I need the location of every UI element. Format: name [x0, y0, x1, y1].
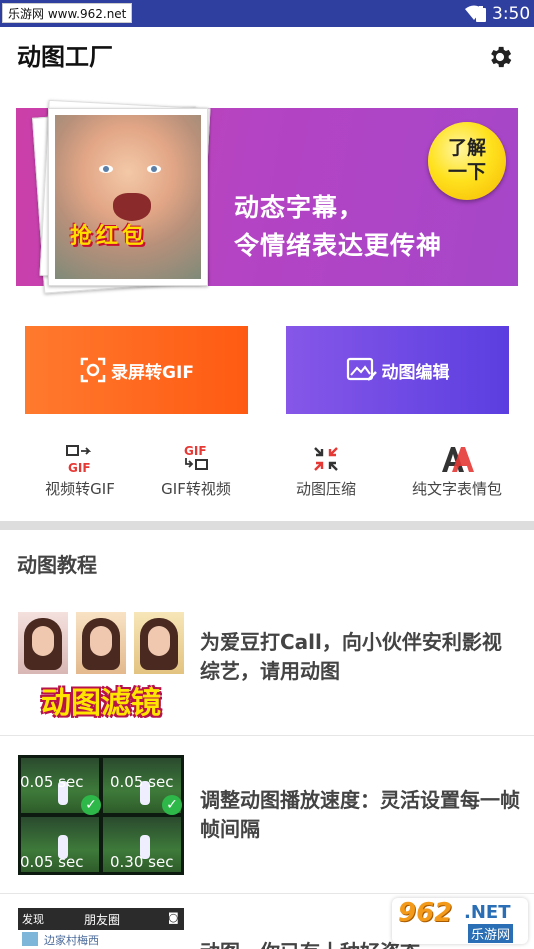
screen-record-label: 录屏转GIF: [111, 362, 194, 383]
avatar: [22, 932, 38, 946]
tutorial-title: 调整动图播放速度：灵活设置每一帧帧间隔: [200, 788, 520, 841]
back-label: 发现: [22, 913, 44, 926]
frame-delay-label: 0.30 sec: [110, 853, 174, 871]
tutorial-title: 为爱豆打Call，向小伙伴安利影视综艺，请用动图: [200, 630, 502, 683]
gif-to-video-icon: GIF: [184, 444, 208, 470]
image-edit-icon: [346, 357, 377, 381]
check-icon: ✓: [81, 795, 101, 815]
camera-icon: ◙: [168, 911, 179, 924]
battery-icon: [476, 6, 486, 22]
photo-caption: 抢红包: [70, 223, 149, 249]
moments-user-name: 边家村梅西: [44, 934, 99, 947]
tools-row: GIF 视频转GIF GIF GIF转视频 动图压缩 纯文字表情包: [0, 444, 534, 504]
gif-edit-button[interactable]: 动图编辑: [286, 326, 509, 414]
gear-icon[interactable]: [486, 43, 514, 71]
tutorial-item-filters[interactable]: 动图滤镜 为爱豆打Call，向小伙伴安利影视综艺，请用动图: [0, 600, 534, 734]
check-icon: ✓: [162, 795, 182, 815]
screen-record-icon: [80, 357, 106, 383]
tutorial-item-speed[interactable]: 0.05 sec 0.05 sec 0.05 sec 0.30 sec ✓ ✓ …: [0, 736, 534, 892]
tool-gif-to-video[interactable]: GIF GIF转视频: [131, 444, 261, 499]
tutorials-heading: 动图教程: [17, 553, 97, 577]
compress-icon: [314, 447, 338, 471]
banner-subline: 令情绪表达更传神: [234, 231, 443, 260]
speed-thumbnail: 0.05 sec 0.05 sec 0.05 sec 0.30 sec ✓ ✓: [18, 755, 184, 875]
screen-record-to-gif-button[interactable]: 录屏转GIF: [25, 326, 248, 414]
svg-text:GIF: GIF: [184, 444, 207, 458]
site-watermark: 962 .NET 乐游网: [392, 898, 528, 944]
watermark-suffix: .NET: [464, 902, 511, 923]
video-to-gif-icon: GIF: [66, 445, 92, 474]
frame-delay-label: 0.05 sec: [20, 773, 84, 791]
promo-banner[interactable]: 抢红包 动态字幕， 令情绪表达更传神 了解 一下: [16, 99, 518, 294]
tool-video-to-gif[interactable]: GIF 视频转GIF: [15, 444, 145, 499]
status-time: 3:50: [492, 4, 531, 24]
filters-thumbnail: 动图滤镜: [18, 612, 184, 718]
frame-delay-label: 0.05 sec: [20, 853, 84, 871]
site-label: 乐游网 www.962.net: [2, 3, 133, 23]
moments-thumbnail: 发现 朋友圈 ◙ 边家村梅西: [18, 908, 184, 948]
section-divider: [0, 521, 534, 530]
frame-delay-label: 0.05 sec: [110, 773, 174, 791]
photo-stack: 抢红包: [32, 99, 212, 294]
watermark-tag: 乐游网: [468, 924, 514, 943]
status-bar: 乐游网 www.962.net 3:50: [0, 0, 534, 27]
app-bar: 动图工厂: [0, 27, 534, 87]
watermark-brand: 962: [398, 898, 453, 928]
filters-thumb-caption: 动图滤镜: [41, 686, 161, 718]
gif-edit-label: 动图编辑: [381, 362, 450, 383]
moments-title: 朋友圈: [84, 913, 121, 927]
text-sticker-icon: [442, 447, 474, 472]
svg-text:GIF: GIF: [68, 461, 91, 474]
tool-compress[interactable]: 动图压缩: [261, 444, 391, 499]
tool-text-sticker[interactable]: 纯文字表情包: [392, 444, 522, 499]
learn-more-badge[interactable]: 了解 一下: [428, 122, 506, 200]
banner-headline: 动态字幕，: [234, 193, 365, 222]
baby-photo: [48, 108, 208, 286]
page-title: 动图工厂: [17, 43, 113, 71]
